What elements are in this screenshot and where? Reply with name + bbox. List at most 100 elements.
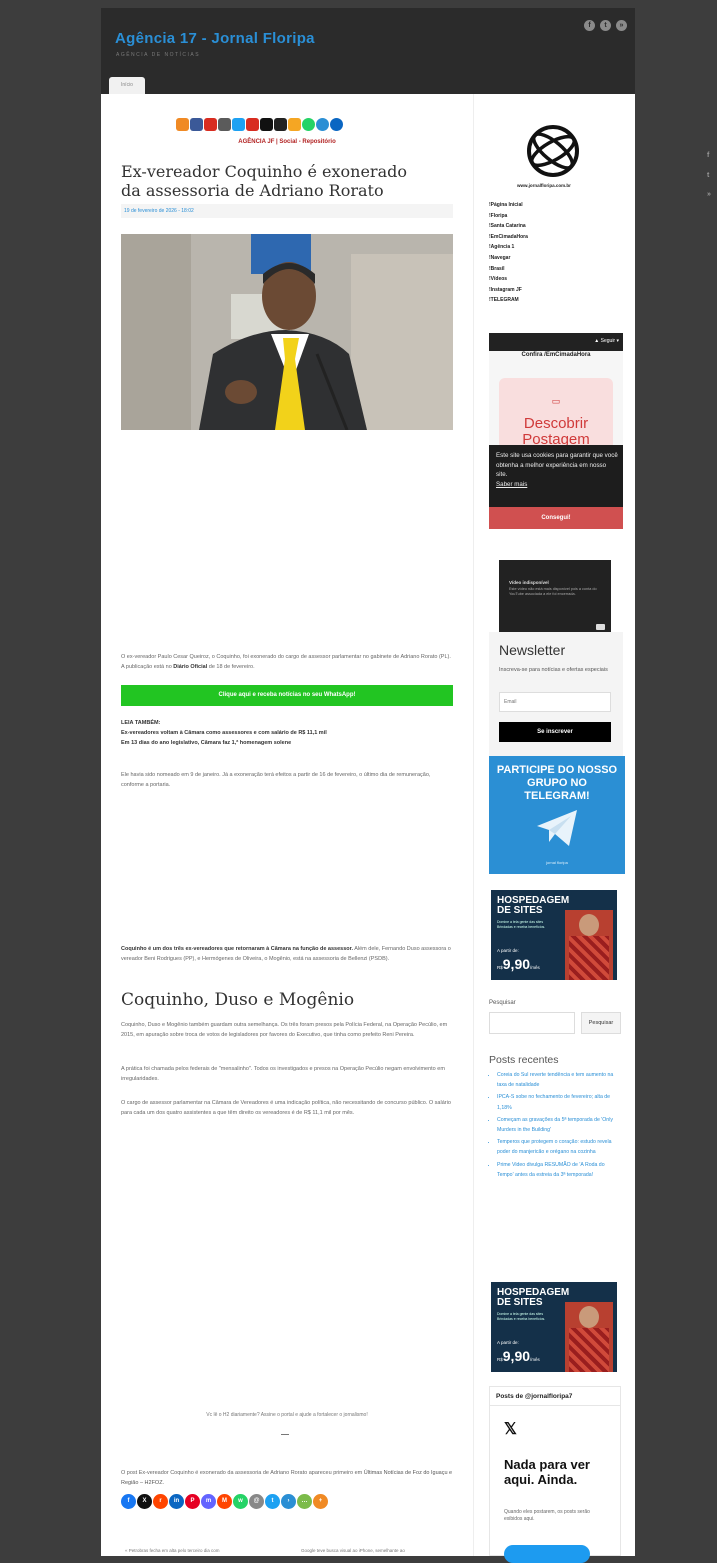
source-text: O post Ex-vereador Coquinho é exonerado … bbox=[121, 1470, 364, 1476]
site-header: Agência 17 - Jornal Floripa AGÊNCIA DE N… bbox=[101, 8, 635, 94]
cookie-text: Este site usa cookies para garantir que … bbox=[496, 452, 618, 478]
content-area: AGÊNCIA JF | Social - Repositório Ex-ver… bbox=[101, 94, 635, 1563]
sidebar-link-videos[interactable]: !Vídeos bbox=[489, 274, 528, 285]
pinterest-share-icon[interactable]: P bbox=[185, 1494, 200, 1510]
telegram-icon bbox=[537, 810, 577, 846]
logo-caption: www.jornalfloripa.com.br bbox=[517, 183, 571, 188]
twitter-empty-title: Nada para ver aqui. Ainda. bbox=[504, 1457, 590, 1487]
youtube-icon[interactable] bbox=[246, 118, 259, 132]
video-embed[interactable]: Vídeo indisponível Este vídeo não está m… bbox=[499, 560, 611, 635]
more-share-icon[interactable]: + bbox=[313, 1494, 328, 1510]
subscribe-button[interactable]: Se inscrever bbox=[499, 722, 611, 742]
paragraph-5: A prática foi chamada pelos federais de … bbox=[121, 1066, 445, 1082]
telegram-banner[interactable]: PARTICIPE DO NOSSO GRUPO NO TELEGRAM! jo… bbox=[489, 756, 625, 874]
video-icon[interactable] bbox=[274, 118, 287, 132]
cookie-learn-more-link[interactable]: Saber mais bbox=[496, 481, 527, 488]
search-input[interactable] bbox=[489, 1012, 575, 1034]
sidebar-link-floripa[interactable]: !Floripa bbox=[489, 211, 528, 222]
recent-post-link[interactable]: IPCA-S sobe no fechamento de fevereiro; … bbox=[497, 1092, 621, 1112]
hosting-ad-price: R$9,90/mês bbox=[497, 956, 540, 974]
hosting-ad-description: Domine a tela gente das sites Brindadas … bbox=[497, 1312, 546, 1321]
nav-tab-home[interactable]: Início bbox=[109, 77, 145, 94]
newsletter-email-input[interactable] bbox=[499, 692, 611, 712]
hosting-ad[interactable]: HOSPEDAGEM DE SITES Domine a tela gente … bbox=[491, 1282, 617, 1372]
top-links[interactable]: AGÊNCIA JF | Social - Repositório bbox=[121, 139, 453, 145]
email-share-icon[interactable]: @ bbox=[249, 1494, 264, 1510]
twitter-timeline-widget: Posts de @jornalfloripa7 𝕏 Nada para ver… bbox=[489, 1386, 621, 1563]
mastodon-share-icon[interactable]: m bbox=[201, 1494, 216, 1510]
whatsapp-cta-button[interactable]: Clique aqui e receba notícias no seu Wha… bbox=[121, 685, 453, 706]
jornal-floripa-logo[interactable] bbox=[523, 122, 583, 180]
twitter-icon[interactable]: t bbox=[707, 172, 715, 180]
site-tagline: AGÊNCIA DE NOTÍCIAS bbox=[116, 52, 201, 58]
twitter-widget-title[interactable]: Posts de @jornalfloripa7 bbox=[496, 1393, 572, 1400]
recent-posts-title: Posts recentes bbox=[489, 1054, 559, 1066]
linkedin-share-icon[interactable]: in bbox=[169, 1494, 184, 1510]
sidebar-link-telegram[interactable]: !TELEGRAM bbox=[489, 295, 528, 306]
facebook-share-icon[interactable]: f bbox=[121, 1494, 136, 1510]
rss-icon[interactable] bbox=[176, 118, 189, 132]
facebook-icon[interactable]: f bbox=[584, 20, 595, 31]
hosting-ad-title: HOSPEDAGEM DE SITES bbox=[497, 895, 570, 916]
twitter-view-button[interactable] bbox=[504, 1545, 590, 1563]
diario-oficial-link[interactable]: Diário Oficial bbox=[173, 664, 207, 670]
youtube-icon[interactable] bbox=[204, 118, 217, 132]
follow-button[interactable]: ▲ Seguir ▾ bbox=[594, 338, 619, 344]
newsletter-description: Inscreva-se para notícias e ofertas espe… bbox=[499, 667, 608, 673]
post-date[interactable]: 19 de fevereiro de 2026 - 18:02 bbox=[121, 204, 453, 218]
site-title[interactable]: Agência 17 - Jornal Floripa bbox=[115, 30, 315, 47]
recent-post-link[interactable]: Começam as gravações da 5ª temporada de … bbox=[497, 1115, 621, 1135]
recent-post-link[interactable]: Temperos que protegem o coração: estudo … bbox=[497, 1137, 621, 1157]
recent-post-link[interactable]: Coreia do Sul reverte tendência e tem au… bbox=[497, 1070, 621, 1090]
sidebar-link-navegar[interactable]: !Navegar bbox=[489, 253, 528, 264]
sms-share-icon[interactable]: … bbox=[297, 1494, 312, 1510]
previous-post-link[interactable]: « Petrobras fecha em alta pelo terceiro … bbox=[125, 1548, 220, 1553]
instagram-icon[interactable] bbox=[218, 118, 231, 132]
embed-widget: ▲ Seguir ▾ Confira /EmCimadaHora ▭ Desco… bbox=[489, 333, 623, 529]
paragraph-6: O cargo de assessor parlamentar na Câmar… bbox=[121, 1100, 451, 1116]
widget-title: Confira /EmCimadaHora bbox=[521, 352, 591, 358]
paragraph-bold: Coquinho é um dos três ex-vereadores que… bbox=[121, 946, 353, 952]
person-photo bbox=[565, 1302, 613, 1372]
sidebar-link-brasil[interactable]: !Brasil bbox=[489, 264, 528, 275]
twitter-icon[interactable]: t bbox=[600, 20, 611, 31]
hosting-ad[interactable]: HOSPEDAGEM DE SITES Domine a tela gente … bbox=[491, 890, 617, 980]
related-link-2[interactable]: Em 13 dias do ano legislativo, Câmara fa… bbox=[121, 738, 453, 748]
twitter-icon[interactable] bbox=[232, 118, 245, 132]
sidebar-link-instagram[interactable]: !Instagram JF bbox=[489, 285, 528, 296]
telegram-icon[interactable] bbox=[316, 118, 329, 132]
site-wrapper: Agência 17 - Jornal Floripa AGÊNCIA DE N… bbox=[101, 8, 635, 1563]
group-icon[interactable] bbox=[288, 118, 301, 132]
whatsapp-share-icon[interactable]: w bbox=[233, 1494, 248, 1510]
facebook-icon[interactable]: f bbox=[707, 152, 715, 160]
follow-label: Seguir bbox=[600, 338, 616, 344]
sidebar-link-home[interactable]: !Página Inicial bbox=[489, 200, 528, 211]
newsletter-title: Newsletter bbox=[499, 642, 566, 658]
linkedin-icon[interactable] bbox=[330, 118, 343, 132]
recent-post-link[interactable]: Prime Video divulga RESUMÃO de 'A Roda d… bbox=[497, 1160, 621, 1180]
video-title: Vídeo indisponível bbox=[509, 580, 549, 585]
search-button[interactable]: Pesquisar bbox=[581, 1012, 621, 1034]
sidebar-link-emcimadahora[interactable]: !EmCimadaHora bbox=[489, 232, 528, 243]
rss-icon[interactable]: » bbox=[616, 20, 627, 31]
tiktok-icon[interactable] bbox=[260, 118, 273, 132]
cookie-accept-button[interactable]: Consegui! bbox=[489, 507, 623, 529]
x-share-icon[interactable]: X bbox=[137, 1494, 152, 1510]
twitter-share-icon[interactable]: t bbox=[265, 1494, 280, 1510]
divider bbox=[281, 1434, 289, 1435]
reddit-share-icon[interactable]: r bbox=[153, 1494, 168, 1510]
facebook-icon[interactable] bbox=[190, 118, 203, 132]
x-logo-icon: 𝕏 bbox=[504, 1421, 517, 1438]
paragraph-1: O ex-vereador Paulo Cesar Queiroz, o Coq… bbox=[121, 652, 453, 672]
paragraph-text: O ex-vereador Paulo Cesar Queiroz, o Coq… bbox=[121, 654, 451, 670]
next-post-link[interactable]: Google teve busca visual ao iPhone, seme… bbox=[301, 1548, 405, 1553]
sidebar-link-agencia[interactable]: !Agência 1 bbox=[489, 242, 528, 253]
rss-icon[interactable]: » bbox=[707, 191, 715, 199]
sidebar-link-santa-catarina[interactable]: !Santa Catarina bbox=[489, 221, 528, 232]
whatsapp-icon[interactable] bbox=[302, 118, 315, 132]
share-buttons: f Xr in Pm Mw @ t ›… + bbox=[121, 1493, 361, 1510]
related-link-1[interactable]: Ex-vereadores voltam à Câmara como asses… bbox=[121, 728, 453, 738]
telegram-share-icon[interactable]: › bbox=[281, 1494, 296, 1510]
mix-share-icon[interactable]: M bbox=[217, 1494, 232, 1510]
cookie-banner: Este site usa cookies para garantir que … bbox=[489, 445, 623, 529]
